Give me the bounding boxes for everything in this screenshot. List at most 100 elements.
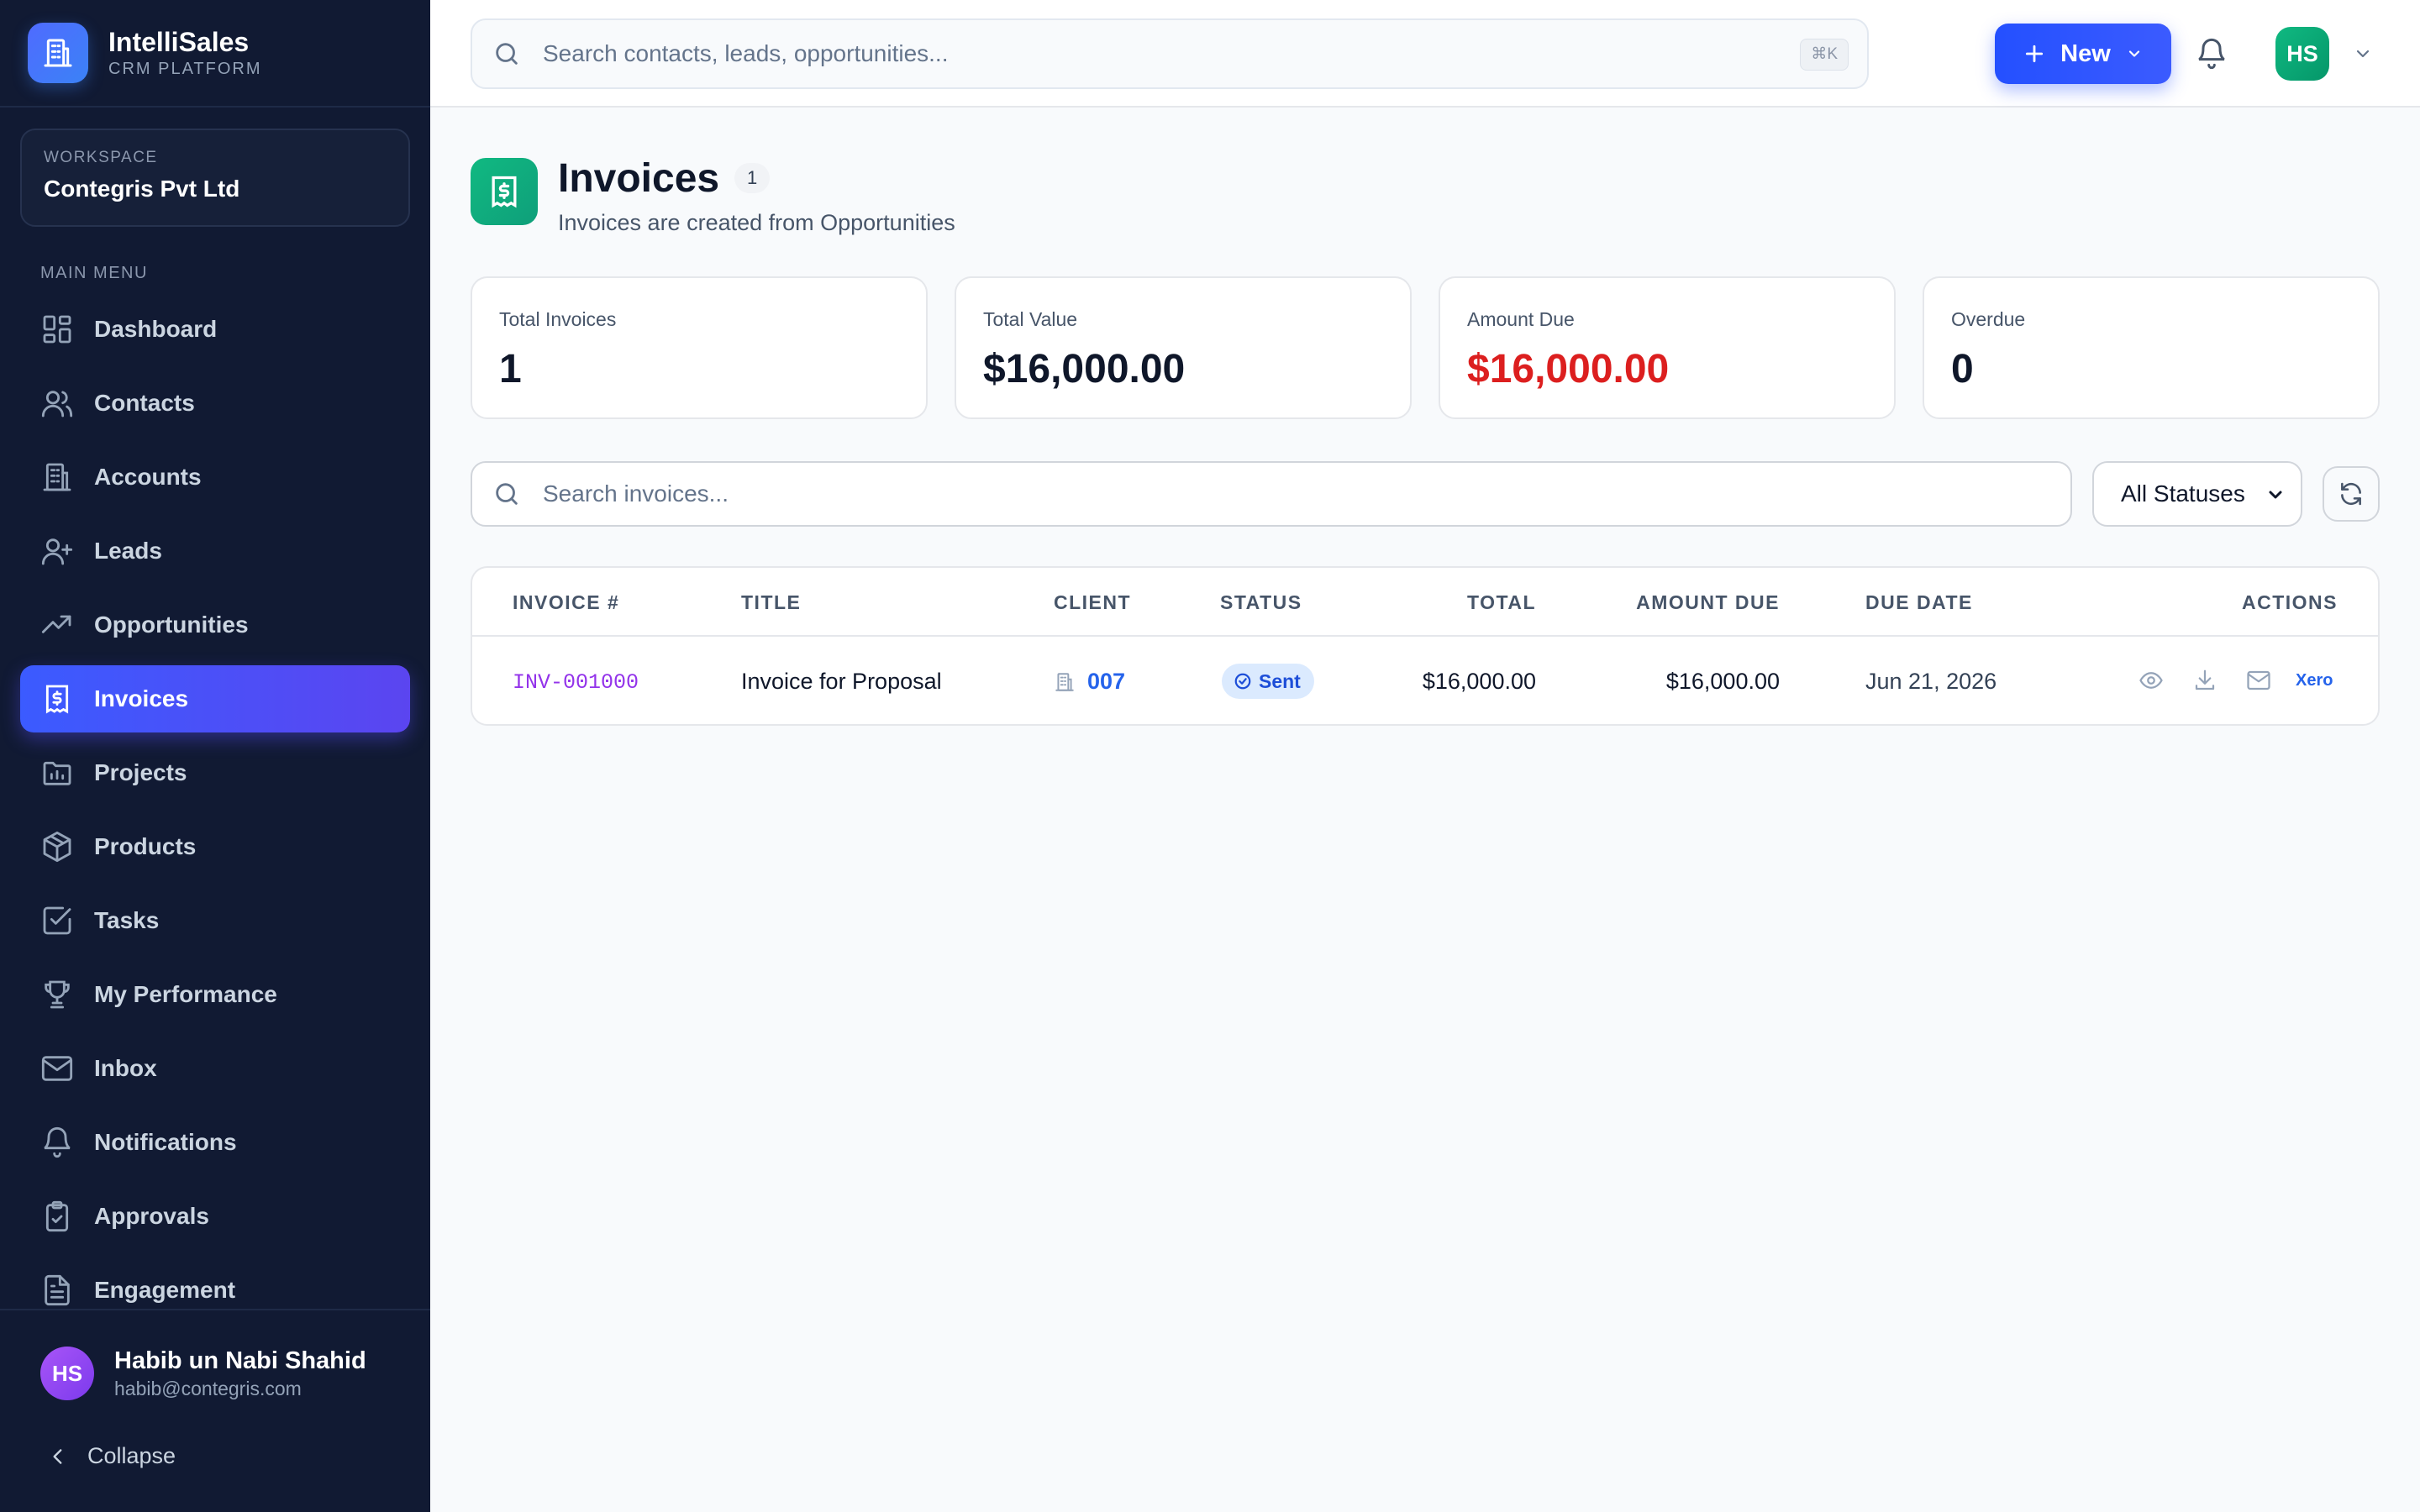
column-header-client[interactable]: CLIENT [1054, 591, 1131, 614]
view-eye-icon[interactable] [2134, 664, 2168, 697]
status-label: Sent [1259, 669, 1301, 692]
workspace-switcher[interactable]: WORKSPACE Contegris Pvt Ltd [20, 129, 410, 227]
brand-name: IntelliSales [108, 27, 250, 57]
receipt-icon [40, 682, 74, 716]
table-row[interactable]: INV-001000 Invoice for Proposal 007 Sent… [472, 637, 2378, 724]
sidebar-item-accounts[interactable]: Accounts [20, 444, 410, 511]
trending-up-icon [40, 608, 74, 642]
collapse-label: Collapse [87, 1443, 176, 1468]
column-header-actions: ACTIONS [2242, 591, 2338, 613]
new-button-label: New [2060, 39, 2111, 67]
main-menu-label: MAIN MENU [40, 264, 148, 282]
sidebar-item-projects[interactable]: Projects [20, 739, 410, 806]
invoice-search-input[interactable] [543, 480, 1971, 507]
status-filter-select[interactable]: All Statuses [2092, 461, 2302, 527]
table-header: INVOICE # TITLE CLIENT STATUS TOTAL AMOU… [472, 568, 2378, 637]
sidebar-item-tasks[interactable]: Tasks [20, 887, 410, 954]
sidebar-item-label: Inbox [94, 1055, 157, 1081]
sidebar-item-contacts[interactable]: Contacts [20, 370, 410, 437]
main-nav: Dashboard Contacts Accounts Leads Opport… [20, 296, 410, 1331]
column-header-invoice[interactable]: INVOICE # [513, 591, 619, 614]
package-icon [40, 830, 74, 864]
sidebar-item-label: Engagement [94, 1277, 236, 1303]
stat-label: Amount Due [1467, 308, 1575, 330]
chevron-down-icon[interactable] [2353, 44, 2373, 64]
client-name: 007 [1087, 669, 1126, 694]
column-header-amount-due[interactable]: AMOUNT DUE [1636, 591, 1780, 614]
chevron-down-icon [2265, 485, 2286, 505]
dashboard-icon [40, 312, 74, 346]
sidebar-item-dashboard[interactable]: Dashboard [20, 296, 410, 363]
mail-icon [40, 1052, 74, 1085]
column-header-due-date[interactable]: DUE DATE [1865, 591, 1973, 614]
refresh-icon [2338, 480, 2365, 507]
sidebar-item-label: My Performance [94, 981, 277, 1007]
avatar: HS [40, 1347, 94, 1400]
sidebar-item-inbox[interactable]: Inbox [20, 1035, 410, 1102]
filter-bar: All Statuses [471, 461, 2380, 527]
email-icon[interactable] [2242, 664, 2275, 697]
invoice-due-date: Jun 21, 2026 [1865, 669, 1997, 694]
invoice-count-badge: 1 [734, 163, 771, 193]
brand-subtitle: CRM PLATFORM [108, 60, 262, 78]
sidebar-item-my-performance[interactable]: My Performance [20, 961, 410, 1028]
sidebar-item-label: Invoices [94, 685, 189, 711]
sidebar-item-label: Opportunities [94, 612, 249, 638]
search-shortcut-hint: ⌘K [1800, 39, 1849, 71]
page-header: Invoices 1 Invoices are created from Opp… [471, 156, 955, 236]
sidebar-item-leads[interactable]: Leads [20, 517, 410, 585]
notifications-bell-icon[interactable] [2195, 37, 2228, 71]
page-subtitle: Invoices are created from Opportunities [558, 210, 955, 235]
sidebar-item-products[interactable]: Products [20, 813, 410, 880]
client-link[interactable]: 007 [1054, 669, 1125, 695]
sidebar-item-invoices[interactable]: Invoices [20, 665, 410, 732]
column-header-status[interactable]: STATUS [1220, 591, 1302, 614]
global-search-input[interactable] [543, 40, 1719, 67]
receipt-icon [471, 158, 538, 225]
invoice-search[interactable] [471, 461, 2072, 527]
check-square-icon [40, 904, 74, 937]
chevron-left-icon [47, 1446, 87, 1467]
column-header-total[interactable]: TOTAL [1467, 591, 1536, 614]
sidebar-item-label: Approvals [94, 1203, 209, 1229]
bell-icon [40, 1126, 74, 1159]
trophy-icon [40, 978, 74, 1011]
collapse-button[interactable]: Collapse [47, 1443, 176, 1469]
sidebar-item-label: Dashboard [94, 316, 218, 342]
stats-row: Total Invoices 1 Total Value $16,000.00 … [471, 276, 2380, 419]
check-circle-icon [1234, 672, 1259, 690]
brand[interactable]: IntelliSales CRM PLATFORM [0, 0, 430, 108]
workspace-name: Contegris Pvt Ltd [44, 176, 240, 202]
global-search[interactable]: ⌘K [471, 18, 1869, 89]
stat-card-amount-due: Amount Due $16,000.00 [1439, 276, 1896, 419]
sidebar-item-label: Products [94, 833, 197, 859]
invoice-amount-due: $16,000.00 [1665, 669, 1780, 694]
new-button[interactable]: New [1995, 24, 2171, 84]
stat-value: 0 [1951, 347, 1974, 391]
user-avatar-button[interactable]: HS [2275, 27, 2329, 81]
building-icon [1054, 671, 1087, 693]
refresh-button[interactable] [2323, 466, 2380, 522]
sidebar-item-label: Notifications [94, 1129, 237, 1155]
xero-sync-button[interactable]: Xero [2296, 671, 2333, 690]
user-plus-icon [40, 534, 74, 568]
stat-card-total-invoices: Total Invoices 1 [471, 276, 928, 419]
top-bar: ⌘K New HS [430, 0, 2420, 108]
invoice-title: Invoice for Proposal [741, 669, 942, 694]
folder-chart-icon [40, 756, 74, 790]
column-header-title[interactable]: TITLE [741, 591, 801, 614]
sidebar-item-opportunities[interactable]: Opportunities [20, 591, 410, 659]
stat-label: Total Value [983, 308, 1078, 330]
building-logo-icon [28, 23, 88, 83]
plus-icon [2023, 43, 2045, 65]
download-icon[interactable] [2188, 664, 2222, 697]
invoice-number-link[interactable]: INV-001000 [513, 670, 639, 695]
user-email: habib@contegris.com [114, 1378, 302, 1399]
sidebar-item-notifications[interactable]: Notifications [20, 1109, 410, 1176]
sidebar-item-approvals[interactable]: Approvals [20, 1183, 410, 1250]
building-icon [40, 460, 74, 494]
chevron-down-icon [2126, 45, 2143, 62]
stat-card-total-value: Total Value $16,000.00 [955, 276, 1412, 419]
row-actions: Xero [2134, 664, 2333, 697]
user-profile[interactable]: HS Habib un Nabi Shahid habib@contegris.… [0, 1309, 430, 1512]
